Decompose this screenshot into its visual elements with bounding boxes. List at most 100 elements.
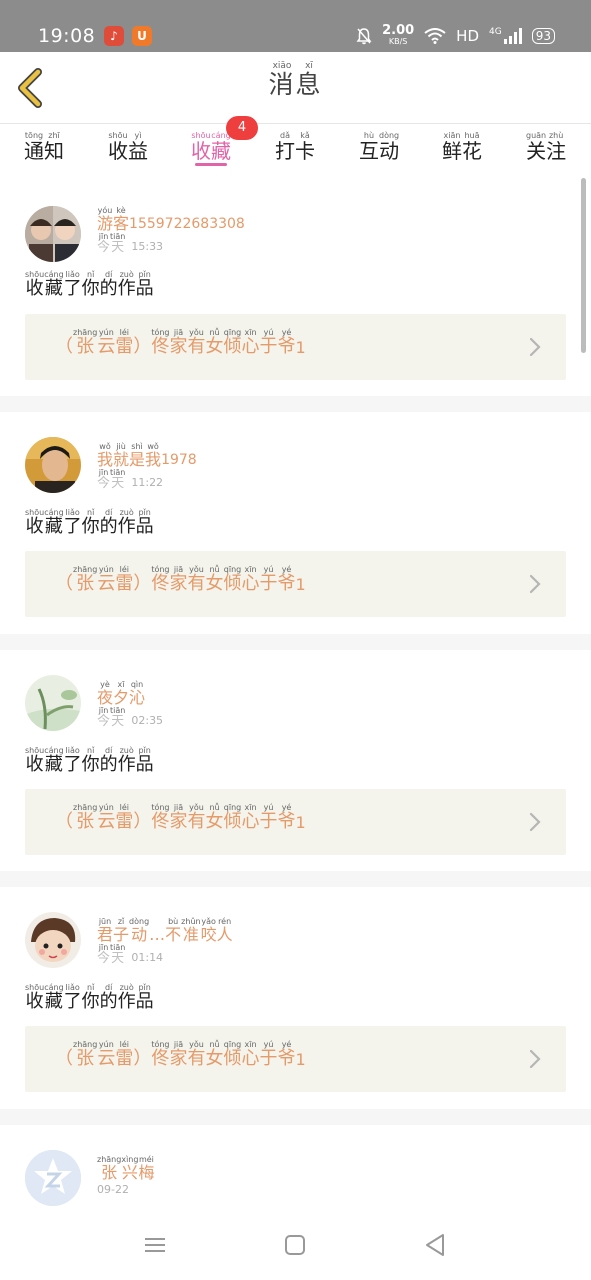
hanzi: 兴 bbox=[121, 1163, 138, 1182]
hanzi: 咬 bbox=[200, 925, 217, 944]
hanzi: 了 bbox=[63, 754, 82, 775]
hanzi: 天 bbox=[111, 240, 125, 255]
hanzi: 的 bbox=[99, 991, 118, 1012]
tab-notifications[interactable]: tōng 通 zhī 知 bbox=[24, 131, 64, 162]
ruby-char: yún 云 bbox=[97, 565, 115, 594]
ruby-char: tóng 佟 bbox=[151, 1040, 169, 1069]
work-link[interactable]: （zhāng 张 yún 云 léi 雷 ） tóng 佟 jiā 家 yǒu 有 nǚ 女 qīng 倾 xī… bbox=[25, 551, 566, 617]
tab-earnings[interactable]: shōu 收 yì 益 bbox=[108, 131, 148, 162]
hanzi: 沁 bbox=[129, 688, 146, 707]
hanzi: 的 bbox=[99, 754, 118, 775]
avatar[interactable] bbox=[25, 1150, 81, 1206]
user-name-suffix: 1978 bbox=[161, 452, 197, 469]
user-name[interactable]: yè 夜 xī 夕 qìn 沁 bbox=[97, 680, 145, 707]
hanzi: 藏 bbox=[44, 991, 63, 1012]
hanzi: 今 bbox=[97, 714, 111, 729]
system-back-button[interactable] bbox=[420, 1230, 450, 1260]
hanzi: 爷 bbox=[277, 811, 296, 832]
scrollbar[interactable] bbox=[581, 178, 586, 353]
hanzi: 你 bbox=[81, 278, 100, 299]
chevron-right-icon bbox=[529, 812, 541, 832]
work-link[interactable]: （zhāng 张 yún 云 léi 雷 ） tóng 佟 jiā 家 yǒu 有 nǚ 女 qīng 倾 xī… bbox=[25, 789, 566, 855]
tab-interactions[interactable]: hù 互 dòng 动 bbox=[359, 131, 399, 162]
ruby-char: tōng 通 bbox=[24, 131, 44, 162]
hanzi: 作 bbox=[117, 991, 136, 1012]
hanzi: 张 bbox=[76, 1048, 95, 1069]
hanzi: 藏 bbox=[211, 139, 231, 163]
hanzi: 了 bbox=[63, 278, 82, 299]
hanzi: 花 bbox=[462, 139, 482, 163]
ruby-char: liǎo 了 bbox=[64, 983, 82, 1012]
hanzi: 客 bbox=[113, 214, 130, 233]
ruby-char: wǒ 我 bbox=[97, 442, 113, 469]
user-name[interactable]: yóu 游 kè 客 1559722683308 bbox=[97, 206, 245, 233]
menu-button[interactable] bbox=[140, 1230, 170, 1260]
ruby-char: jiā 家 bbox=[170, 328, 188, 357]
hanzi: 你 bbox=[81, 754, 100, 775]
hanzi: 心 bbox=[241, 573, 260, 594]
hanzi: （ bbox=[55, 573, 73, 594]
ruby-char: dòng 动 bbox=[379, 131, 399, 162]
home-square-icon bbox=[285, 1235, 305, 1255]
hanzi: 心 bbox=[241, 336, 260, 357]
ruby-char: dí 的 bbox=[100, 270, 118, 299]
ruby-char: nǐ 你 bbox=[82, 270, 100, 299]
avatar[interactable] bbox=[25, 912, 81, 968]
tab-checkin[interactable]: dǎ 打 kǎ 卡 bbox=[275, 131, 315, 162]
menu-icon bbox=[145, 1238, 165, 1252]
hanzi: 作 bbox=[117, 278, 136, 299]
avatar[interactable] bbox=[25, 675, 81, 731]
hanzi: 于 bbox=[259, 1048, 278, 1069]
status-indicators: 2.00 KB/S HD 4G 93 bbox=[356, 24, 555, 48]
avatar[interactable] bbox=[25, 206, 81, 262]
avatar-photo bbox=[25, 206, 81, 262]
ruby-char: yóu 游 bbox=[97, 206, 113, 233]
hanzi: 品 bbox=[135, 754, 154, 775]
avatar[interactable] bbox=[25, 437, 81, 493]
ruby-char: yǒu 有 bbox=[188, 1040, 206, 1069]
hanzi: 了 bbox=[63, 991, 82, 1012]
ruby-char: yú 于 bbox=[260, 328, 278, 357]
hanzi: 雷 bbox=[115, 811, 134, 832]
tab-flowers[interactable]: xiān 鲜 huā 花 bbox=[442, 131, 482, 162]
work-link[interactable]: （zhāng 张 yún 云 léi 雷 ） tóng 佟 jiā 家 yǒu 有 nǚ 女 qīng 倾 xī… bbox=[25, 1026, 566, 1092]
user-name[interactable]: jūn 君 zǐ 子 dòng 动 … bù 不 zhǔn 准 yǎo 咬 rén 人 bbox=[97, 917, 233, 944]
hanzi: 爷 bbox=[277, 573, 296, 594]
ruby-char: xīn 心 bbox=[242, 565, 260, 594]
ruby-char: nǚ 女 bbox=[206, 803, 224, 832]
ruby-char: zǐ 子 bbox=[113, 917, 129, 944]
home-button[interactable] bbox=[280, 1230, 310, 1260]
hanzi: 作 bbox=[117, 516, 136, 537]
net-speed-value: 2.00 bbox=[382, 23, 415, 38]
tab-following[interactable]: guān 关 zhù 注 bbox=[526, 131, 566, 162]
user-name[interactable]: zhāng 张 xìng 兴 méi 梅 bbox=[97, 1155, 154, 1182]
ruby-char: yú 于 bbox=[260, 1040, 278, 1069]
ruby-char: … bbox=[149, 917, 165, 944]
hanzi: 准 bbox=[182, 925, 199, 944]
hanzi: 人 bbox=[216, 925, 233, 944]
ruby-char: zuò 作 bbox=[118, 508, 136, 537]
work-link[interactable]: （zhāng 张 yún 云 léi 雷 ） tóng 佟 jiā 家 yǒu 有 nǚ 女 qīng 倾 xī… bbox=[25, 314, 566, 380]
ruby-char: xīn 心 bbox=[242, 803, 260, 832]
hanzi: ） bbox=[133, 573, 152, 594]
hanzi: 雷 bbox=[115, 336, 134, 357]
hanzi: （ bbox=[55, 336, 73, 357]
ruby-char: tiān 天 bbox=[110, 468, 125, 491]
hanzi: 你 bbox=[81, 516, 100, 537]
hanzi: 君 bbox=[97, 925, 114, 944]
user-name[interactable]: wǒ 我 jiù 就 shì 是 wǒ 我 1978 bbox=[97, 442, 197, 469]
hanzi: 家 bbox=[169, 1048, 188, 1069]
ruby-char: cáng 藏 bbox=[44, 746, 63, 775]
ruby-char: dí 的 bbox=[100, 508, 118, 537]
ruby-char: jiā 家 bbox=[170, 565, 188, 594]
ruby-char: zhāng 张 bbox=[73, 803, 97, 832]
hanzi: 张 bbox=[76, 811, 95, 832]
action-text: shōu 收 cáng 藏 liǎo 了 nǐ 你 dí 的 zuò 作 pǐn 品 bbox=[25, 983, 154, 1012]
work-title: （zhāng 张 yún 云 léi 雷 ） tóng 佟 jiā 家 yǒu 有 nǚ 女 qīng 倾 xī… bbox=[55, 803, 306, 832]
hanzi: 天 bbox=[111, 476, 125, 491]
ruby-char: léi 雷 bbox=[115, 328, 133, 357]
status-bar: 19:08 ♪ U 2.00 KB/S HD 4G 93 bbox=[0, 0, 591, 52]
hanzi: 于 bbox=[259, 336, 278, 357]
tab-favorites[interactable]: shōu 收 cáng 藏 bbox=[191, 131, 231, 162]
hanzi: 动 bbox=[379, 139, 400, 163]
